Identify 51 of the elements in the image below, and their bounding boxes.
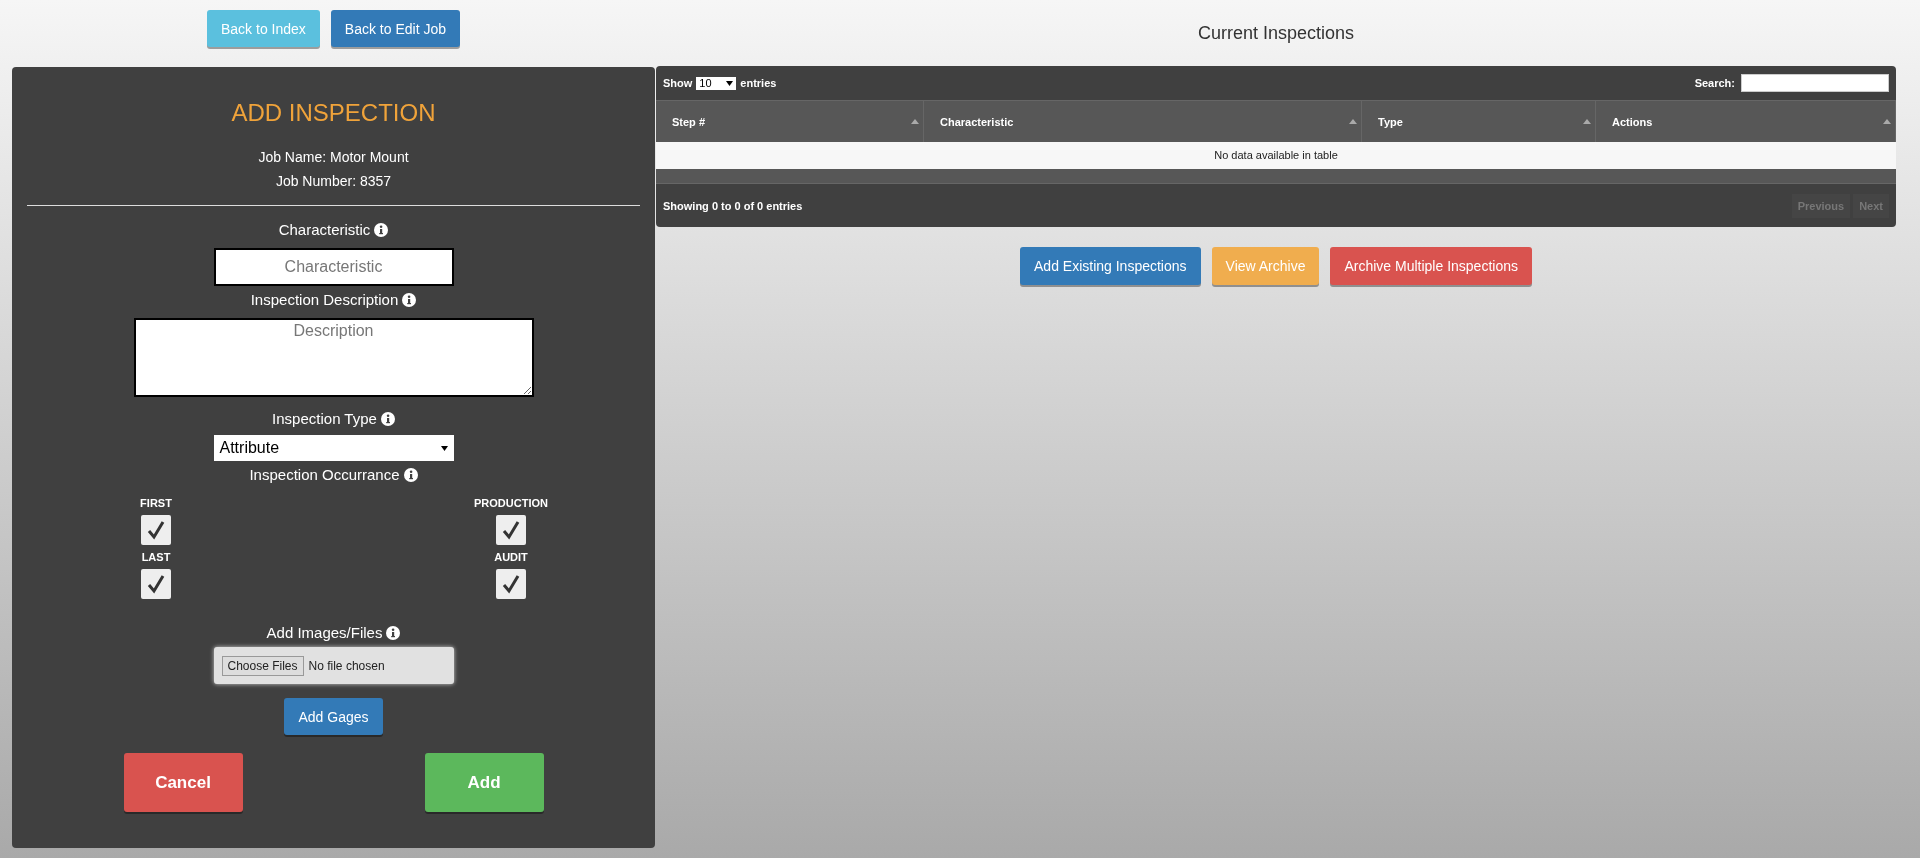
length-label: entries: [740, 77, 777, 89]
field-label: Inspection Occurrance: [249, 465, 400, 485]
checkbox[interactable]: [496, 515, 526, 545]
info-icon: [374, 223, 389, 237]
check-icon: [501, 574, 521, 594]
form-action-button[interactable]: Add: [424, 753, 544, 812]
choose-files-button[interactable]: Choose Files: [221, 655, 304, 676]
checkbox-label: PRODUCTION: [474, 497, 548, 509]
checkbox-label: LAST: [141, 551, 171, 563]
description-field[interactable]: Description: [133, 318, 534, 397]
field-label: Inspection Type: [272, 409, 377, 429]
add-gages-button[interactable]: Add Gages: [284, 698, 383, 735]
file-status: No file chosen: [308, 658, 385, 673]
info-icon: [403, 468, 418, 482]
action-button[interactable]: Add Existing Inspections: [1020, 247, 1201, 285]
section-title: Current Inspections: [1197, 22, 1355, 44]
search-field[interactable]: [1741, 74, 1889, 92]
characteristic-field[interactable]: Characteristic: [213, 248, 454, 286]
checkbox-label: AUDIT: [494, 551, 528, 563]
info-icon: [402, 293, 417, 307]
file-field[interactable]: Choose Files No file chosen: [213, 647, 454, 684]
field-label: Add Images/Files: [266, 623, 383, 643]
field-label: Inspection Description: [250, 290, 399, 310]
checkbox[interactable]: [496, 569, 526, 599]
table-info: Showing 0 to 0 of 0 entries: [663, 199, 803, 212]
form-title: ADD INSPECTION: [231, 99, 436, 127]
field-label: Characteristic: [278, 220, 371, 240]
job-number: Job Number: 8357: [275, 172, 392, 191]
info-icon: [380, 412, 395, 426]
check-icon: [146, 574, 166, 594]
sort-icon: [1883, 119, 1891, 124]
sort-icon: [911, 119, 919, 124]
caret-icon: [440, 445, 448, 451]
sort-icon: [1349, 119, 1357, 124]
caret-icon: [726, 80, 734, 86]
empty-table-message: No data available in table: [656, 142, 1896, 169]
check-icon: [501, 520, 521, 540]
entries-dropdown[interactable]: 10: [696, 76, 737, 90]
sort-icon: [1583, 119, 1591, 124]
check-icon: [146, 520, 166, 540]
nav-button[interactable]: Back to Edit Job: [330, 10, 460, 47]
checkbox[interactable]: [141, 569, 171, 599]
checkbox[interactable]: [141, 515, 171, 545]
job-name: Job Name: Motor Mount: [258, 148, 409, 167]
checkbox-label: FIRST: [140, 497, 172, 509]
search-label: Search:: [1694, 77, 1735, 89]
type-dropdown[interactable]: Attribute: [213, 435, 454, 461]
info-icon: [386, 626, 401, 640]
length-label: Show: [663, 77, 693, 89]
form-action-button[interactable]: Cancel: [123, 753, 243, 812]
action-button[interactable]: Archive Multiple Inspections: [1330, 247, 1532, 285]
